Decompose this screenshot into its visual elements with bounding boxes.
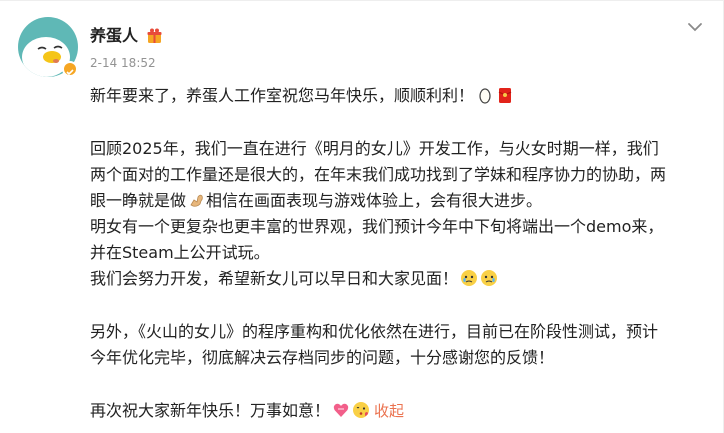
text-line: 并在Steam上公开试玩。 (90, 243, 270, 262)
collapse-link[interactable]: 收起 (374, 402, 404, 420)
red-envelope-icon (496, 86, 514, 104)
text-line: 另外，《火山的女儿》的程序重构和优化依然在进行，目前已在阶段性测试，预计 (90, 322, 659, 341)
flexed-arm-icon (188, 191, 206, 209)
kissing-face-icon (352, 401, 370, 419)
text-line: 今年优化完毕，彻底解决云存档同步的问题，十分感谢您的反馈！ (90, 348, 555, 367)
weibo-post-card: 养蛋人 2-14 18:52 新年要来了，养蛋人工作室祝您马年快乐，顺顺利利！ … (0, 0, 724, 433)
gift-badge-icon (146, 27, 163, 44)
text-line: 回顾2025年，我们一直在进行《明月的女儿》开发工作，与火女时期一样，我们 (90, 139, 659, 158)
text-line: 明女有一个更复杂也更丰富的世界观，我们预计今年中下旬将端出一个demo来， (90, 217, 664, 236)
text-line: 再次祝大家新年快乐！万事如意！ 收起 (90, 401, 405, 420)
text-line: 两个面对的工作量还是很大的，在年末我们成功找到了学妹和程序协力的协助，两 (90, 165, 667, 184)
text-line: 新年要来了，养蛋人工作室祝您马年快乐，顺顺利利！ (90, 83, 712, 109)
text-line: 眼一睁就是做 相信在画面表现与游戏体验上，会有很大进步。 (90, 191, 543, 210)
text-line: 我们会努力开发，希望新女儿可以早日和大家见面！ (90, 266, 712, 292)
post-content: 新年要来了，养蛋人工作室祝您马年快乐，顺顺利利！ 回顾2025年，我们一直在进行… (90, 83, 712, 424)
post-timestamp[interactable]: 2-14 18:52 (90, 55, 156, 71)
heart-ribbon-icon (332, 401, 350, 419)
crying-face-icon (480, 269, 498, 287)
avatar[interactable] (18, 17, 78, 77)
chevron-down-icon[interactable] (684, 19, 706, 35)
verified-badge-icon (62, 61, 78, 77)
egg-icon (476, 86, 494, 104)
author-name[interactable]: 养蛋人 (90, 26, 138, 46)
crying-face-icon (460, 269, 478, 287)
